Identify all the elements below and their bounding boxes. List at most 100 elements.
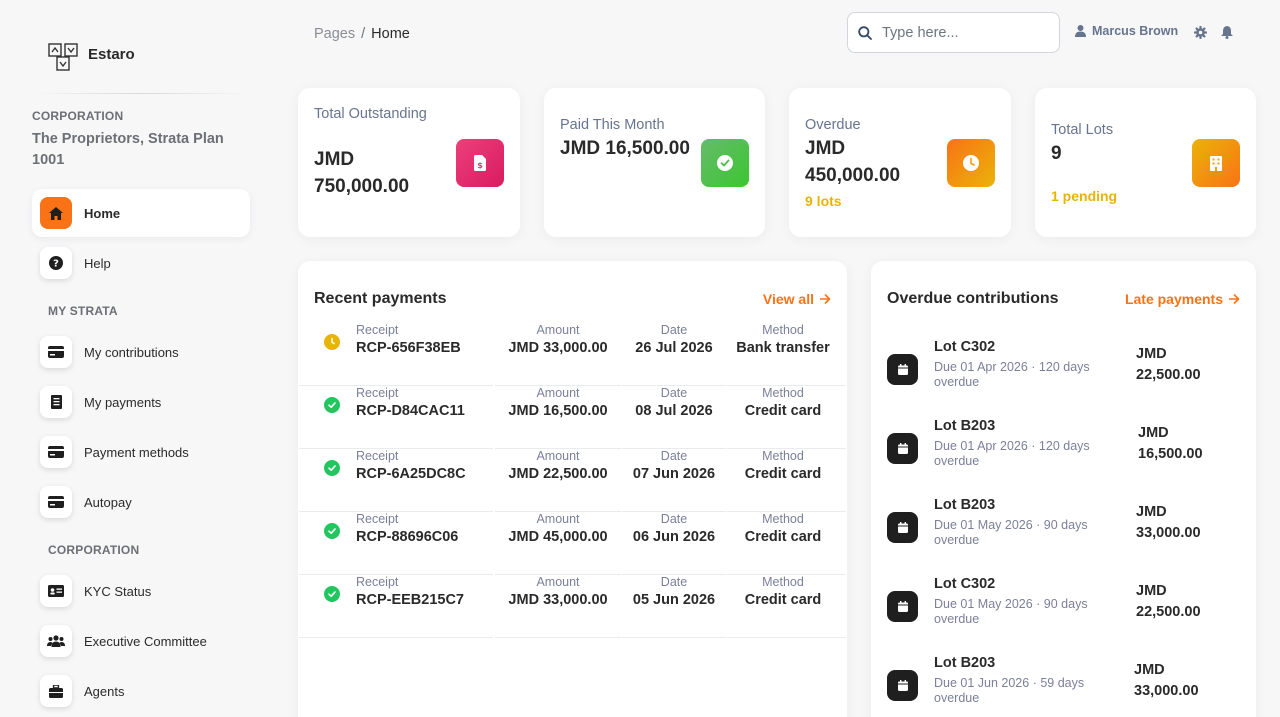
- sidebar-item-label: My contributions: [84, 344, 179, 360]
- brand-name[interactable]: Estaro: [88, 46, 135, 63]
- check-circle-icon: [324, 523, 340, 539]
- sidebar-item-home[interactable]: Home: [32, 189, 250, 237]
- stat-sub: 9 lots: [805, 193, 842, 209]
- payment-amount-cell: Amount JMD 16,500.00: [495, 386, 621, 422]
- sidebar-item-payment-methods[interactable]: Payment methods: [32, 428, 250, 476]
- list-item[interactable]: Lot B203 Due 01 Apr 2026 · 120 days overd…: [887, 416, 1241, 480]
- column-label: Amount: [536, 386, 580, 400]
- briefcase-icon: [40, 675, 72, 707]
- check-circle-icon: [701, 139, 749, 187]
- stat-value: 9: [1051, 143, 1062, 164]
- sidebar-item-kyc-status[interactable]: KYC Status: [32, 567, 250, 615]
- column-label: Date: [660, 449, 688, 463]
- user-menu[interactable]: Marcus Brown: [1075, 24, 1178, 38]
- overdue-amount: JMD 33,000.00: [1136, 504, 1201, 541]
- column-label: Amount: [536, 575, 580, 589]
- payment-method-cell: Method Credit card: [727, 386, 839, 422]
- payment-method-cell: Method Credit card: [727, 575, 839, 611]
- payment-amount-cell: Amount JMD 45,000.00: [495, 512, 621, 548]
- stat-sub: 1 pending: [1051, 188, 1118, 204]
- row-divider: [299, 637, 493, 638]
- sidebar-item-my-contributions[interactable]: My contributions: [32, 328, 250, 376]
- column-label: Receipt: [356, 323, 399, 337]
- payment-receipt-cell: Receipt RCP-656F38EB: [356, 323, 486, 359]
- list-item[interactable]: Lot B203 Due 01 May 2026 · 90 days overdu…: [887, 495, 1241, 559]
- sidebar-item-label: My payments: [84, 394, 162, 410]
- question-circle-icon: ?: [40, 247, 72, 279]
- payment-amount-cell: Amount JMD 33,000.00: [495, 575, 621, 611]
- payment-date-cell: Date 26 Jul 2026: [622, 323, 726, 359]
- clock-icon: [947, 139, 995, 187]
- table-row[interactable]: Receipt RCP-6A25DC8C Amount JMD 22,500.00 Da…: [299, 449, 846, 512]
- user-name: Marcus Brown: [1092, 24, 1179, 38]
- overdue-due: Due 01 Apr 2026 · 120 days overdue: [934, 439, 1090, 468]
- column-label: Method: [762, 512, 804, 526]
- column-label: Date: [660, 575, 688, 589]
- overdue-lot: Lot B203: [934, 655, 996, 671]
- sidebar-item-agents[interactable]: Agents: [32, 667, 250, 715]
- sidebar-item-label: Executive Committee: [84, 633, 207, 649]
- invoice-dollar-icon: $: [456, 139, 504, 187]
- users-icon: [40, 625, 72, 657]
- view-all-link[interactable]: View all: [763, 291, 831, 307]
- sidebar-item-autopay[interactable]: Autopay: [32, 478, 250, 526]
- gear-icon[interactable]: [1193, 24, 1207, 40]
- table-row[interactable]: Receipt RCP-EEB215C7 Amount JMD 33,000.00 Da…: [299, 575, 846, 638]
- overdue-due: Due 01 Apr 2026 · 120 days overdue: [934, 360, 1090, 389]
- payment-amount: JMD 45,000.00: [508, 529, 608, 545]
- stat-value: JMD 16,500.00: [560, 138, 690, 159]
- column-label: Date: [660, 512, 688, 526]
- divider: [32, 93, 250, 94]
- overdue-lot: Lot B203: [934, 497, 996, 513]
- payment-receipt: RCP-D84CAC11: [356, 403, 465, 419]
- bell-icon[interactable]: [1220, 24, 1234, 40]
- overdue-title: Overdue contributions: [887, 290, 1059, 307]
- payment-method: Credit card: [744, 403, 822, 419]
- payment-method-cell: Method Bank transfer: [727, 323, 839, 359]
- credit-card-icon: [40, 486, 72, 518]
- overdue-due: Due 01 May 2026 · 90 days overdue: [934, 518, 1088, 547]
- overdue-lot: Lot C302: [934, 576, 996, 592]
- list-item[interactable]: Lot C302 Due 01 May 2026 · 90 days overdu…: [887, 574, 1241, 638]
- breadcrumb-separator: /: [361, 26, 366, 42]
- column-label: Method: [762, 323, 804, 337]
- svg-text:$: $: [477, 161, 483, 170]
- overdue-amount: JMD 33,000.00: [1134, 662, 1199, 699]
- late-payments-link[interactable]: Late payments: [1125, 291, 1240, 307]
- column-label: Amount: [536, 323, 580, 337]
- user-icon: [1075, 25, 1086, 37]
- payment-date: 05 Jun 2026: [632, 592, 716, 608]
- column-label: Amount: [536, 449, 580, 463]
- clock-icon: [324, 334, 340, 350]
- credit-card-icon: [40, 436, 72, 468]
- row-divider: [727, 637, 846, 638]
- search-box[interactable]: [847, 12, 1060, 53]
- list-item[interactable]: Lot B203 Due 01 Jun 2026 · 59 days overdu…: [887, 653, 1241, 717]
- search-input[interactable]: [882, 24, 1042, 41]
- column-label: Receipt: [356, 575, 399, 589]
- payment-receipt-cell: Receipt RCP-88696C06: [356, 512, 486, 548]
- payment-date: 06 Jun 2026: [632, 529, 716, 545]
- column-label: Method: [762, 386, 804, 400]
- payment-method-cell: Method Credit card: [727, 512, 839, 548]
- column-label: Date: [660, 386, 688, 400]
- table-row[interactable]: Receipt RCP-D84CAC11 Amount JMD 16,500.00 Da…: [299, 386, 846, 449]
- arrow-right-icon: [820, 294, 831, 304]
- breadcrumb-root[interactable]: Pages: [314, 26, 355, 42]
- corporation-section-label: CORPORATION: [48, 543, 140, 557]
- sidebar-item-my-payments[interactable]: My payments: [32, 378, 250, 426]
- table-row[interactable]: Receipt RCP-656F38EB Amount JMD 33,000.00 Da…: [299, 323, 846, 386]
- overdue-due: Due 01 Jun 2026 · 59 days overdue: [934, 676, 1085, 705]
- building-icon: [1192, 139, 1240, 187]
- stat-title: Overdue: [805, 117, 861, 133]
- payment-receipt: RCP-6A25DC8C: [356, 466, 466, 482]
- receipt-icon: [40, 386, 72, 418]
- recent-payments-title: Recent payments: [314, 290, 447, 307]
- overdue-lot: Lot C302: [934, 339, 996, 355]
- sidebar-item-executive-committee[interactable]: Executive Committee: [32, 617, 250, 665]
- sidebar-item-help[interactable]: ? Help: [32, 239, 250, 287]
- table-row[interactable]: Receipt RCP-88696C06 Amount JMD 45,000.00 Da…: [299, 512, 846, 575]
- sidebar-item-label: Home: [84, 205, 121, 221]
- brand-logo[interactable]: [48, 40, 80, 72]
- list-item[interactable]: Lot C302 Due 01 Apr 2026 · 120 days overd…: [887, 337, 1241, 401]
